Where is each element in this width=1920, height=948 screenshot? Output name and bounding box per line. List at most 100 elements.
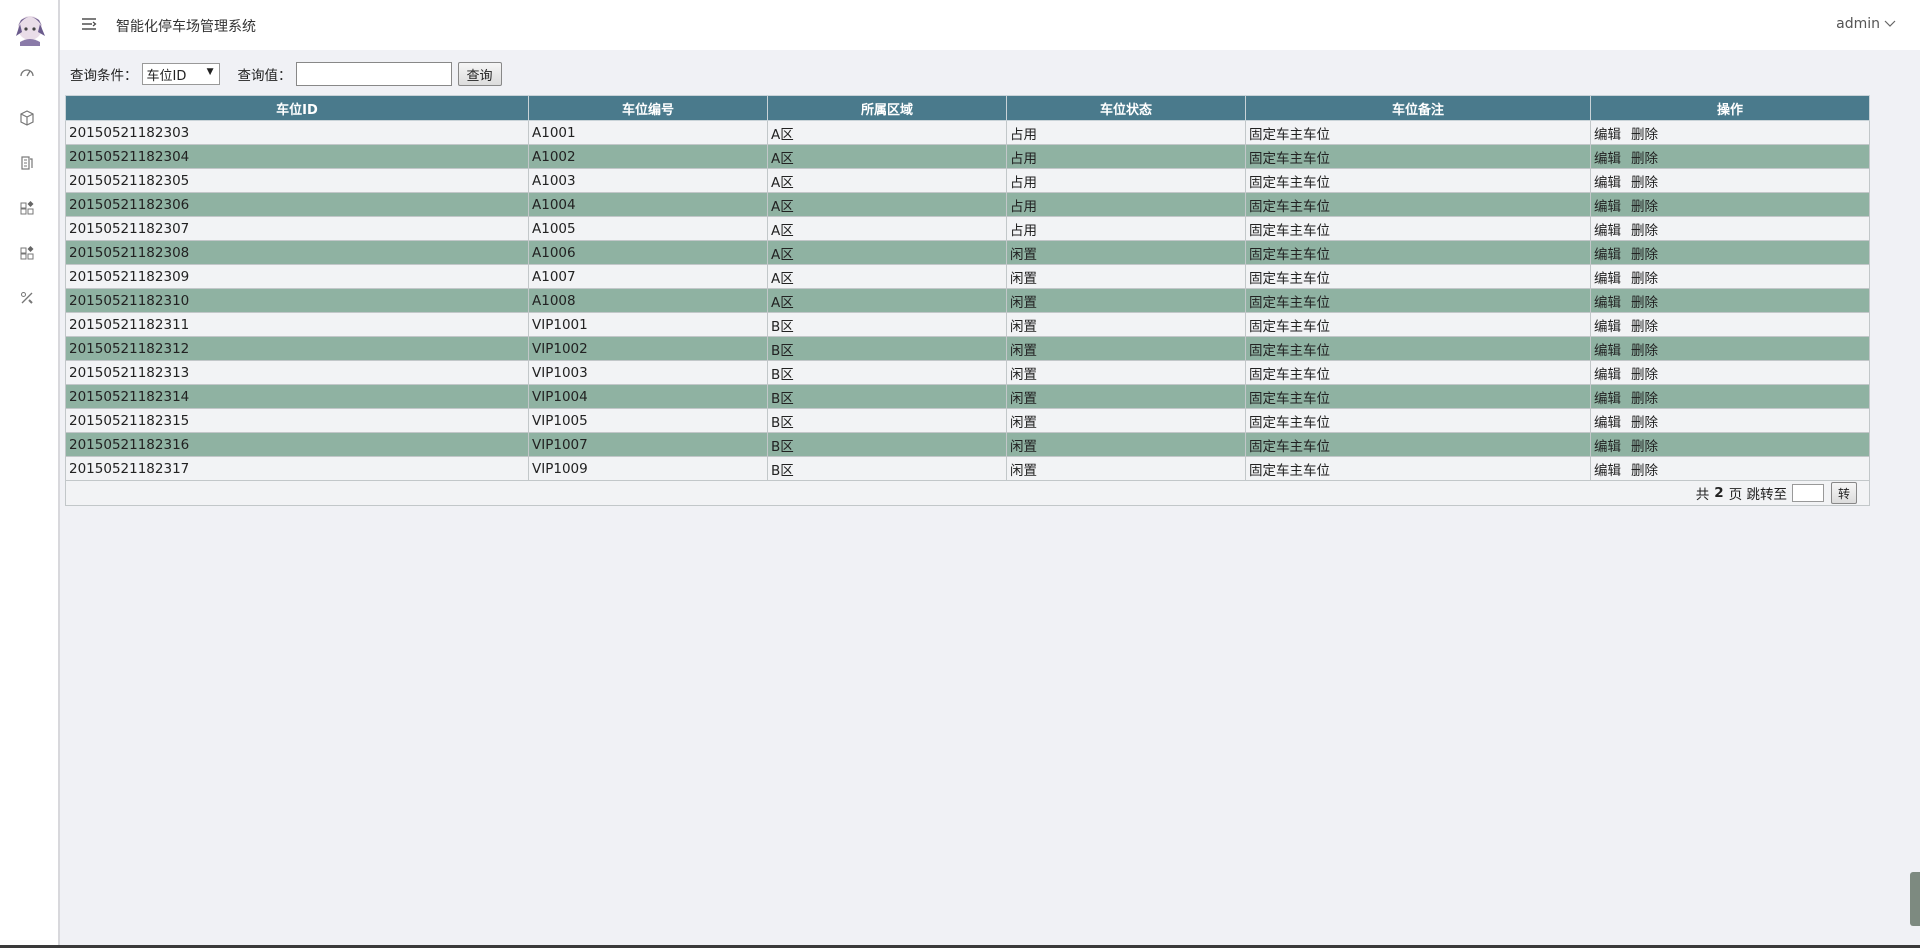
- area-cell: B区: [767, 360, 1007, 385]
- edit-link[interactable]: 编辑: [1594, 415, 1621, 431]
- status-cell: 闲置: [1006, 264, 1246, 289]
- status-cell: 占用: [1006, 216, 1246, 241]
- column-header: 车位备注: [1245, 95, 1591, 121]
- page-go-button[interactable]: 转: [1830, 482, 1857, 504]
- apps-icon[interactable]: [18, 199, 36, 217]
- apps-icon[interactable]: [18, 244, 36, 262]
- edit-link[interactable]: 编辑: [1594, 247, 1621, 263]
- delete-link[interactable]: 删除: [1631, 223, 1658, 239]
- actions-cell: 编辑 删除: [1590, 336, 1870, 361]
- delete-link[interactable]: 删除: [1631, 439, 1658, 455]
- note-cell: 固定车主车位: [1245, 240, 1591, 265]
- area-cell: A区: [767, 288, 1007, 313]
- note-cell: 固定车主车位: [1245, 312, 1591, 337]
- delete-link[interactable]: 删除: [1631, 343, 1658, 359]
- delete-link[interactable]: 删除: [1631, 295, 1658, 311]
- status-cell: 占用: [1006, 168, 1246, 193]
- edit-link[interactable]: 编辑: [1594, 271, 1621, 287]
- table-row: 20150521182317 VIP1009 B区 闲置 固定车主车位 编辑 删除: [65, 456, 1870, 481]
- space-code-cell: A1002: [528, 144, 768, 169]
- note-cell: 固定车主车位: [1245, 216, 1591, 241]
- space-id-cell: 20150521182317: [65, 456, 529, 481]
- space-code-cell: A1006: [528, 240, 768, 265]
- status-cell: 闲置: [1006, 288, 1246, 313]
- page-jump-input[interactable]: [1791, 484, 1824, 502]
- delete-link[interactable]: 删除: [1631, 127, 1658, 143]
- edit-link[interactable]: 编辑: [1594, 319, 1621, 335]
- status-cell: 闲置: [1006, 432, 1246, 457]
- space-code-cell: VIP1003: [528, 360, 768, 385]
- space-id-cell: 20150521182316: [65, 432, 529, 457]
- delete-link[interactable]: 删除: [1631, 199, 1658, 215]
- menu-fold-icon[interactable]: [80, 16, 98, 32]
- edit-link[interactable]: 编辑: [1594, 439, 1621, 455]
- area-cell: B区: [767, 312, 1007, 337]
- area-cell: A区: [767, 264, 1007, 289]
- space-id-cell: 20150521182313: [65, 360, 529, 385]
- edit-link[interactable]: 编辑: [1594, 151, 1621, 167]
- edit-link[interactable]: 编辑: [1594, 463, 1621, 479]
- edit-link[interactable]: 编辑: [1594, 367, 1621, 383]
- document-icon[interactable]: [18, 154, 36, 172]
- space-code-cell: A1003: [528, 168, 768, 193]
- space-code-cell: A1001: [528, 120, 768, 145]
- delete-link[interactable]: 删除: [1631, 367, 1658, 383]
- pager-prefix: 共: [1695, 487, 1710, 503]
- tools-icon[interactable]: [18, 289, 36, 307]
- edit-link[interactable]: 编辑: [1594, 343, 1621, 359]
- pager-cell: 共 2 页 跳转至 转: [65, 480, 1870, 506]
- edit-link[interactable]: 编辑: [1594, 199, 1621, 215]
- delete-link[interactable]: 删除: [1631, 271, 1658, 287]
- space-code-cell: A1005: [528, 216, 768, 241]
- dashboard-icon[interactable]: [18, 64, 36, 82]
- value-label: 查询值：: [237, 68, 292, 84]
- actions-cell: 编辑 删除: [1590, 240, 1870, 265]
- delete-link[interactable]: 删除: [1631, 391, 1658, 407]
- space-code-cell: VIP1001: [528, 312, 768, 337]
- status-cell: 占用: [1006, 144, 1246, 169]
- edit-link[interactable]: 编辑: [1594, 127, 1621, 143]
- delete-link[interactable]: 删除: [1631, 463, 1658, 479]
- note-cell: 固定车主车位: [1245, 432, 1591, 457]
- edit-link[interactable]: 编辑: [1594, 175, 1621, 191]
- delete-link[interactable]: 删除: [1631, 415, 1658, 431]
- space-code-cell: VIP1009: [528, 456, 768, 481]
- main-content: 查询条件： 车位ID ▼ 查询值： 查询 车位ID 车位编号 所属区域 车位状态…: [60, 50, 1920, 948]
- query-value-input[interactable]: [295, 62, 452, 86]
- edit-link[interactable]: 编辑: [1594, 223, 1621, 239]
- area-cell: B区: [767, 336, 1007, 361]
- side-panel-handle[interactable]: [1910, 872, 1920, 926]
- condition-label: 查询条件：: [70, 68, 138, 84]
- table-row: 20150521182315 VIP1005 B区 闲置 固定车主车位 编辑 删除: [65, 408, 1870, 433]
- area-cell: A区: [767, 144, 1007, 169]
- delete-link[interactable]: 删除: [1631, 319, 1658, 335]
- actions-cell: 编辑 删除: [1590, 384, 1870, 409]
- space-id-cell: 20150521182309: [65, 264, 529, 289]
- space-code-cell: VIP1002: [528, 336, 768, 361]
- space-code-cell: A1008: [528, 288, 768, 313]
- edit-link[interactable]: 编辑: [1594, 295, 1621, 311]
- space-id-cell: 20150521182314: [65, 384, 529, 409]
- cube-icon[interactable]: [18, 109, 36, 127]
- table-row: 20150521182306 A1004 A区 占用 固定车主车位 编辑 删除: [65, 192, 1870, 217]
- user-menu[interactable]: admin: [1836, 16, 1896, 32]
- table-row: 20150521182308 A1006 A区 闲置 固定车主车位 编辑 删除: [65, 240, 1870, 265]
- status-cell: 占用: [1006, 192, 1246, 217]
- query-button[interactable]: 查询: [457, 62, 502, 86]
- delete-link[interactable]: 删除: [1631, 175, 1658, 191]
- delete-link[interactable]: 删除: [1631, 151, 1658, 167]
- area-cell: B区: [767, 408, 1007, 433]
- sidebar: [0, 0, 60, 948]
- table-row: 20150521182310 A1008 A区 闲置 固定车主车位 编辑 删除: [65, 288, 1870, 313]
- note-cell: 固定车主车位: [1245, 336, 1591, 361]
- space-code-cell: VIP1007: [528, 432, 768, 457]
- status-cell: 闲置: [1006, 384, 1246, 409]
- actions-cell: 编辑 删除: [1590, 456, 1870, 481]
- condition-select[interactable]: 车位ID ▼: [141, 63, 220, 85]
- actions-cell: 编辑 删除: [1590, 192, 1870, 217]
- delete-link[interactable]: 删除: [1631, 247, 1658, 263]
- space-id-cell: 20150521182312: [65, 336, 529, 361]
- edit-link[interactable]: 编辑: [1594, 391, 1621, 407]
- avatar-logo[interactable]: [12, 6, 48, 46]
- column-header: 车位ID: [65, 95, 529, 121]
